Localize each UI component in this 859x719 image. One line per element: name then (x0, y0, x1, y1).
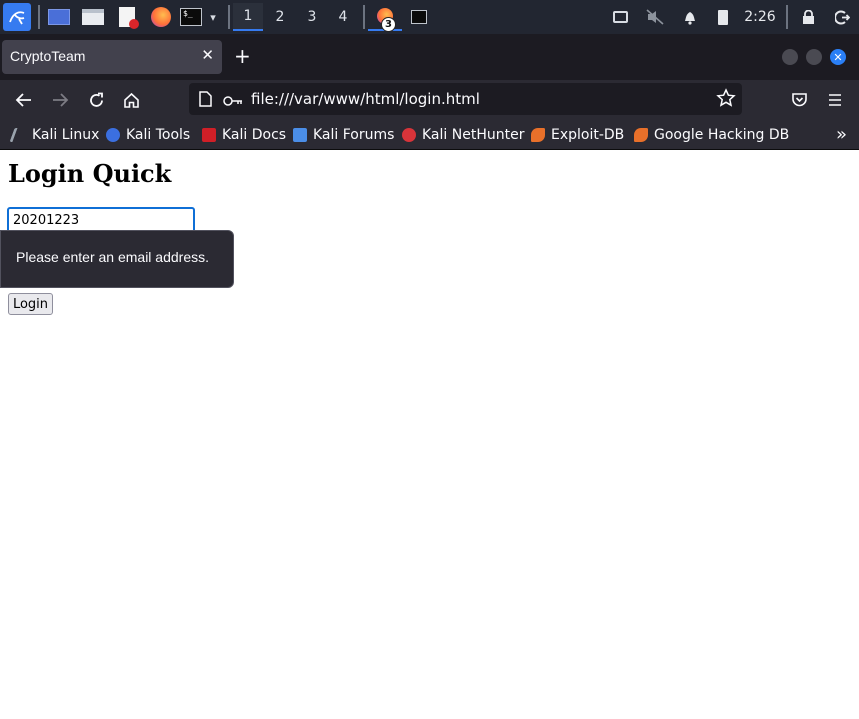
url-text[interactable]: file:///var/www/html/login.html (251, 90, 480, 108)
terminal-window-icon[interactable] (406, 3, 432, 31)
panel-separator (38, 5, 40, 29)
tab-cryptoteam[interactable]: CryptoTeam ✕ (2, 40, 222, 74)
bookmark-label: Google Hacking DB (654, 127, 790, 143)
tab-title: CryptoTeam (10, 48, 86, 64)
editor-icon[interactable] (114, 3, 140, 31)
workspace-4[interactable]: 4 (328, 3, 358, 31)
kali-nethunter-icon (402, 128, 416, 142)
battery-icon[interactable] (712, 3, 734, 31)
bookmark-label: Kali NetHunter (422, 127, 525, 143)
chevron-down-icon[interactable]: ▾ (204, 3, 222, 31)
kali-dragon-icon (9, 128, 29, 142)
more-bookmarks-icon[interactable]: » (836, 124, 847, 145)
panel-separator (363, 5, 365, 29)
bookmark-kali-forums[interactable]: Kali Forums (293, 126, 394, 144)
clock[interactable]: 2:26 (740, 3, 780, 31)
page-icon (199, 91, 212, 111)
home-icon[interactable] (119, 88, 143, 112)
bookmark-kali-tools[interactable]: Kali Tools (106, 126, 190, 144)
maximize-button[interactable] (806, 49, 822, 65)
exploit-db-icon (531, 128, 545, 142)
kali-forums-icon (293, 128, 307, 142)
panel-separator (228, 5, 230, 29)
bookmark-label: Kali Forums (313, 127, 395, 143)
reload-icon[interactable] (84, 88, 108, 112)
kali-tools-icon (106, 128, 120, 142)
url-bar[interactable]: file:///var/www/html/login.html (189, 83, 742, 115)
page-content: Login Quick Login Please enter an email … (0, 151, 859, 719)
firefox-icon[interactable] (148, 3, 174, 31)
bookmark-label: Kali Docs (222, 127, 287, 143)
muted-volume-icon[interactable] (642, 3, 668, 31)
bookmark-google-hacking-db[interactable]: Google Hacking DB (634, 126, 789, 144)
close-window-button[interactable]: ✕ (830, 49, 846, 65)
forward-arrow-icon[interactable] (48, 88, 72, 112)
kali-docs-icon (202, 128, 216, 142)
workspace-1[interactable]: 1 (233, 3, 263, 31)
terminal-icon[interactable]: $_ (178, 3, 204, 31)
minimize-button[interactable] (782, 49, 798, 65)
tab-close-icon[interactable]: ✕ (201, 46, 214, 64)
bookmark-kali-linux[interactable]: Kali Linux (9, 126, 100, 144)
desktop-icon[interactable] (46, 3, 72, 31)
bookmark-kali-nethunter[interactable]: Kali NetHunter (402, 126, 524, 144)
tab-bar: CryptoTeam ✕ + ✕ (0, 34, 859, 80)
display-icon[interactable] (608, 3, 632, 31)
page-heading: Login Quick (8, 159, 172, 188)
window-count-badge: 3 (381, 17, 396, 32)
back-arrow-icon[interactable] (12, 88, 36, 112)
bookmark-kali-docs[interactable]: Kali Docs (202, 126, 286, 144)
pocket-icon[interactable] (787, 88, 811, 112)
workspace-3[interactable]: 3 (297, 3, 327, 31)
bookmarks-toolbar: Kali Linux Kali Tools Kali Docs Kali For… (0, 120, 859, 150)
bell-icon[interactable] (678, 3, 702, 31)
bookmark-exploit-db[interactable]: Exploit-DB (531, 126, 624, 144)
lock-icon[interactable] (796, 3, 820, 31)
navigation-bar: file:///var/www/html/login.html (0, 80, 859, 120)
key-icon[interactable] (223, 92, 243, 111)
bookmark-label: Kali Tools (126, 127, 191, 143)
validation-message: Please enter an email address. (16, 249, 209, 265)
files-icon[interactable] (80, 3, 106, 31)
new-tab-icon[interactable]: + (234, 44, 251, 68)
workspace-2[interactable]: 2 (265, 3, 295, 31)
top-panel: $_ ▾ 1 2 3 4 3 2:26 (0, 0, 859, 34)
validation-tooltip: Please enter an email address. (0, 230, 234, 288)
panel-separator (786, 5, 788, 29)
bookmark-label: Kali Linux (32, 127, 100, 143)
bookmark-star-icon[interactable] (716, 88, 736, 112)
kali-menu-icon[interactable] (3, 3, 31, 31)
ghdb-icon (634, 128, 648, 142)
login-button[interactable]: Login (8, 293, 53, 315)
hamburger-menu-icon[interactable] (823, 88, 847, 112)
bookmark-label: Exploit-DB (551, 127, 625, 143)
logout-icon[interactable] (830, 3, 854, 31)
